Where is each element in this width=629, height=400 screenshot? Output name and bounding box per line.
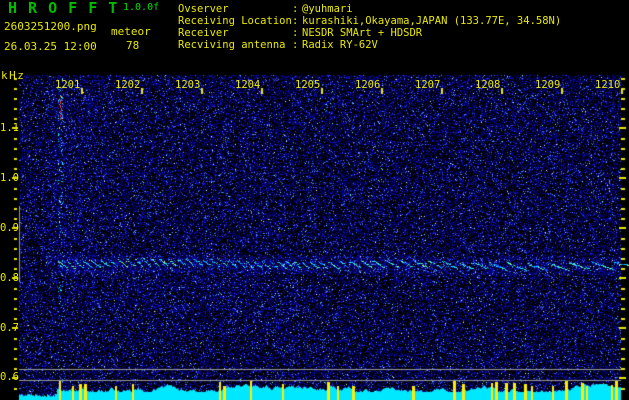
freq-axis-unit-label: kHz — [1, 69, 26, 82]
freq-tick-label: 0.7 — [0, 322, 19, 334]
freq-tick-label: 0.9 — [0, 222, 19, 234]
info-colon: : — [292, 3, 299, 15]
output-filename: 2603251200.png — [4, 20, 97, 33]
freq-tick-label: 1.0 — [0, 172, 19, 184]
observation-datetime: 26.03.25 12:00 — [4, 40, 97, 53]
app-title: H R O F F T — [8, 0, 119, 17]
info-value: kurashiki,Okayama,JAPAN (133.77E, 34.58N… — [302, 15, 562, 27]
info-value: NESDR SMArt + HDSDR — [302, 27, 423, 39]
time-tick-label: 1210 — [595, 79, 621, 91]
info-value: @yuhmari — [302, 3, 353, 15]
info-label: Ovserver — [178, 3, 229, 15]
freq-tick-label: 0.8 — [0, 272, 19, 284]
time-tick-label: 1207 — [415, 79, 441, 91]
time-tick-label: 1203 — [175, 79, 201, 91]
meteor-count-label: meteor — [111, 25, 151, 38]
info-colon: : — [292, 27, 299, 39]
info-row-receiver: Receiver : NESDR SMArt + HDSDR — [178, 27, 561, 39]
info-label: Receiving Location — [178, 15, 292, 27]
time-tick-label: 1205 — [295, 79, 321, 91]
info-label: Recviving antenna — [178, 39, 286, 51]
time-tick-label: 1201 — [55, 79, 81, 91]
app-version: 1.0.0f — [123, 2, 160, 13]
time-tick-label: 1206 — [355, 79, 381, 91]
freq-tick-label: 0.6 — [0, 371, 19, 383]
info-row-observer: Ovserver : @yuhmari — [178, 3, 561, 15]
info-colon: : — [292, 39, 299, 51]
time-tick-label: 1208 — [475, 79, 501, 91]
time-tick-label: 1209 — [535, 79, 561, 91]
info-label: Receiver — [178, 27, 229, 39]
time-tick-label: 1204 — [235, 79, 261, 91]
meteor-count-value: 78 — [126, 39, 140, 52]
freq-tick-label: 1.1 — [0, 122, 19, 134]
info-row-antenna: Recviving antenna : Radix RY-62V — [178, 39, 561, 51]
station-info: Ovserver : @yuhmari Receiving Location :… — [178, 3, 561, 51]
hrofft-window: H R O F F T 1.0.0f 2603251200.png meteor… — [0, 0, 629, 400]
info-value: Radix RY-62V — [302, 39, 378, 51]
spectrogram-canvas — [0, 0, 629, 400]
time-tick-label: 1202 — [115, 79, 141, 91]
info-row-location: Receiving Location : kurashiki,Okayama,J… — [178, 15, 561, 27]
info-colon: : — [292, 15, 299, 27]
